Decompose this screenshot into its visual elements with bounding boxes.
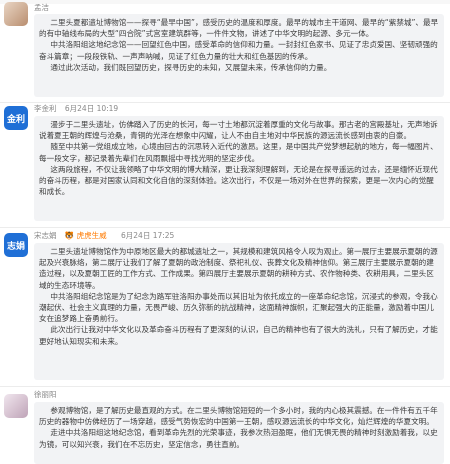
post-meta: 李金利 6月24日 10:19 xyxy=(34,104,124,114)
paragraph: 二里头遗址博物馆作为中原地区最大的都城遗址之一，其规模和建筑风格令人叹为观止。第… xyxy=(39,247,438,290)
avatar[interactable]: 志娟 xyxy=(4,233,28,257)
paragraph: 通过此次活动，我们既回望历史，探寻历史的未知，又展望未来，传承信仰的力量。 xyxy=(50,62,332,72)
author-name[interactable]: 孟洁 xyxy=(34,3,49,12)
divider xyxy=(0,386,450,387)
author-name[interactable]: 李金利 xyxy=(34,104,57,113)
paragraph: 随至中共第一党组成立地，心境由回古的沉思转入近代的激昂。这里，是中国共产党梦想起… xyxy=(39,142,438,163)
post-content: 漫步于二里头遗址，仿佛踏入了历史的长河，每一寸土地都沉淀着厚重的文化与故事。那古… xyxy=(34,116,444,221)
paragraph: 二里头夏都遗址博物馆——探寻“最早中国”，感受历史的温度和厚度。最早的城市主干道… xyxy=(39,18,439,39)
paragraph: 中共洛阳组纪念馆是为了纪念为路军驻洛阳办事处而以其旧址为依托成立的一座革命纪念馆… xyxy=(39,291,438,324)
paragraph: 这两段旅程，不仅让我领略了中华文明的博大精深，更让我深刻理解到，无论是在探寻遥远… xyxy=(39,164,438,197)
paragraph: 漫步于二里头遗址，仿佛踏入了历史的长河，每一寸土地都沉淀着厚重的文化与故事。那古… xyxy=(39,120,438,141)
paragraph: 走进中共洛阳组这地纪念馆，看到革命先烈的光荣事迹，我参次热泪盈眶，他们无惧无畏的… xyxy=(39,428,438,449)
author-name[interactable]: 徐丽阳 xyxy=(34,390,57,399)
divider xyxy=(0,227,450,228)
divider xyxy=(0,102,450,103)
avatar[interactable] xyxy=(4,394,28,418)
post-date: 6月24日 17:25 xyxy=(121,231,175,240)
user-badge: 🐯 虎虎生威 xyxy=(64,231,107,240)
post-content: 参观博物馆，是了解历史最直观的方式。在二里头博物馆短短的一个多小时，我的内心极其… xyxy=(34,402,444,464)
post-meta: 徐丽阳 xyxy=(34,390,63,400)
post-content: 二里头夏都遗址博物馆——探寻“最早中国”，感受历史的温度和厚度。最早的城市主干道… xyxy=(34,14,444,97)
post-date: 6月24日 10:19 xyxy=(64,104,119,113)
paragraph: 此次出行让我对中华文化以及革命奋斗历程有了更深刻的认识，自己的精神也有了很大的洗… xyxy=(39,325,438,346)
paragraph: 中共洛阳组这地纪念馆——回望红色中国，感受革命的信仰和力量。一封封红色家书、见证… xyxy=(39,40,438,61)
post-meta: 孟洁 xyxy=(34,3,55,13)
avatar[interactable] xyxy=(4,2,28,26)
top-edge xyxy=(0,0,450,4)
post-content: 二里头遗址博物馆作为中原地区最大的都城遗址之一，其规模和建筑风格令人叹为观止。第… xyxy=(34,243,444,380)
avatar[interactable]: 金利 xyxy=(4,106,28,130)
post-meta: 宋志娟 🐯 虎虎生威 6月24日 17:25 xyxy=(34,231,180,241)
author-name[interactable]: 宋志娟 xyxy=(34,231,57,240)
paragraph: 参观博物馆，是了解历史最直观的方式。在二里头博物馆短短的一个多小时，我的内心极其… xyxy=(39,406,438,427)
